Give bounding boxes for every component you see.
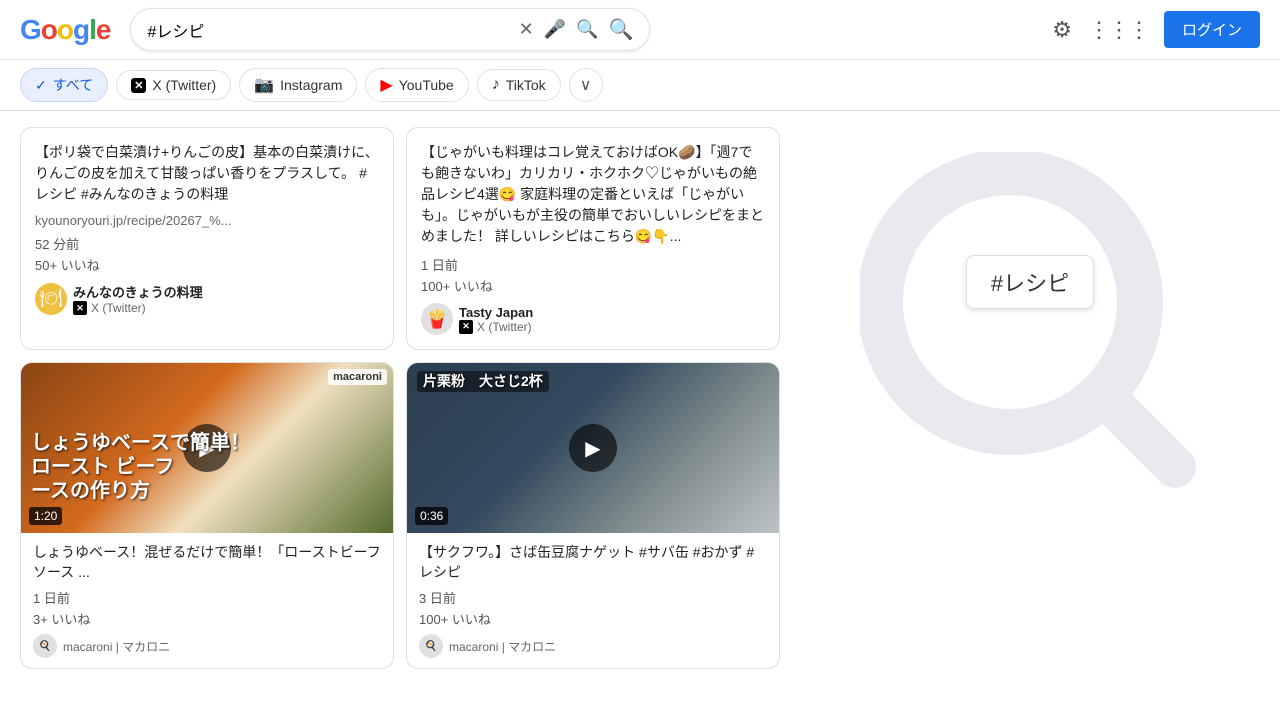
tweet-text-2: 【じゃがいも料理はコレ覚えておけばOK🥔】「週7でも飽きないわ」カリカリ・ホクホ… xyxy=(421,142,765,247)
x-icon: ✕ xyxy=(131,78,146,93)
tweet-url-1: kyounoryouri.jp/recipe/20267_%... xyxy=(35,213,379,228)
overlay-line2-1: ロースト ビーフ xyxy=(31,455,250,479)
main-content: 【ポリ袋で白菜漬け+りんごの皮】基本の白菜漬けに、りんごの皮を加えて甘酸っぱい香… xyxy=(0,111,1280,717)
search-input[interactable] xyxy=(147,21,510,39)
video-avatar-1: 🍳 xyxy=(33,634,57,658)
instagram-icon: 📷 xyxy=(254,75,274,95)
image-search-button[interactable]: 🔍 xyxy=(576,19,598,40)
filter-bar: ✓ すべて ✕ X (Twitter) 📷 Instagram ▶ YouTub… xyxy=(0,60,1280,111)
video-time-2: 3 日前 xyxy=(419,588,767,607)
tiktok-icon: ♪ xyxy=(492,76,500,94)
overlay-line1-2: 片栗粉 大さじ2杯 xyxy=(417,371,549,392)
apps-icon[interactable]: ⋮⋮⋮ xyxy=(1088,17,1148,43)
filter-tab-twitter[interactable]: ✕ X (Twitter) xyxy=(116,70,231,100)
video-thumb-2: ▶ 片栗粉 大さじ2杯 0:36 xyxy=(407,363,779,533)
search-bar: ✕ 🎤 🔍 🔍 xyxy=(130,8,650,51)
filter-tab-all[interactable]: ✓ すべて xyxy=(20,68,108,102)
tweet-avatar-1: 🍽 xyxy=(35,283,67,315)
filter-tab-tiktok[interactable]: ♪ TikTok xyxy=(477,69,561,101)
filter-tab-instagram[interactable]: 📷 Instagram xyxy=(239,68,357,102)
filter-tab-youtube[interactable]: ▶ YouTube xyxy=(365,68,468,102)
filter-youtube-label: YouTube xyxy=(399,77,454,93)
more-filters-button[interactable]: ∨ xyxy=(569,68,603,102)
search-submit-button[interactable]: 🔍 xyxy=(609,17,634,42)
tweet-author-1: みんなのきょうの料理 xyxy=(73,282,203,301)
play-button-2[interactable]: ▶ xyxy=(569,424,617,472)
video-row: ▶ しょうゆベースで簡単！ ロースト ビーフ ースの作り方 1:20 macar… xyxy=(20,362,780,669)
tweet-card-2[interactable]: 【じゃがいも料理はコレ覚えておけばOK🥔】「週7でも飽きないわ」カリカリ・ホクホ… xyxy=(406,127,780,350)
video-card-body-2: 【サクフワ。】さば缶豆腐ナゲット #サバ缶 #おかず #レシピ 3 日前 100… xyxy=(407,533,779,668)
x-platform-icon-1: ✕ xyxy=(73,301,87,315)
video-card-body-1: しょうゆベース！混ぜるだけで簡単！「ローストビーフソース ... 1 日前 3+… xyxy=(21,533,393,668)
video-duration-1: 1:20 xyxy=(29,507,62,525)
search-visual: #レシピ xyxy=(855,147,1205,497)
video-avatar-2: 🍳 xyxy=(419,634,443,658)
tweet-author-2: Tasty Japan xyxy=(459,305,533,320)
tweet-likes-1: 50+ いいね xyxy=(35,255,379,274)
search-tag-display: #レシピ xyxy=(966,255,1094,309)
video-card-1[interactable]: ▶ しょうゆベースで簡単！ ロースト ビーフ ースの作り方 1:20 macar… xyxy=(20,362,394,669)
header-right: ⚙ ⋮⋮⋮ ログイン xyxy=(1052,11,1260,48)
header: Google ✕ 🎤 🔍 🔍 ⚙ ⋮⋮⋮ ログイン xyxy=(0,0,1280,60)
search-tag-text: #レシピ xyxy=(991,271,1069,296)
tweet-row: 【ポリ袋で白菜漬け+りんごの皮】基本の白菜漬けに、りんごの皮を加えて甘酸っぱい香… xyxy=(20,127,780,350)
tweet-footer-2: 🍟 Tasty Japan ✕ X (Twitter) xyxy=(421,303,765,335)
filter-instagram-label: Instagram xyxy=(280,77,342,93)
magnifier-svg xyxy=(860,152,1200,492)
login-button[interactable]: ログイン xyxy=(1164,11,1260,48)
video-card-2[interactable]: ▶ 片栗粉 大さじ2杯 0:36 【サクフワ。】さば缶豆腐ナゲット #サバ缶 #… xyxy=(406,362,780,669)
video-thumb-1: ▶ しょうゆベースで簡単！ ロースト ビーフ ースの作り方 1:20 macar… xyxy=(21,363,393,533)
google-logo: Google xyxy=(20,14,110,46)
tweet-time-2: 1 日前 xyxy=(421,255,765,274)
filter-twitter-label: X (Twitter) xyxy=(152,77,216,93)
filter-tiktok-label: TikTok xyxy=(506,77,546,93)
tweet-platform-1: X (Twitter) xyxy=(91,301,146,315)
tweet-card-1[interactable]: 【ポリ袋で白菜漬け+りんごの皮】基本の白菜漬けに、りんごの皮を加えて甘酸っぱい香… xyxy=(20,127,394,350)
video-time-1: 1 日前 xyxy=(33,588,381,607)
video-title-2: 【サクフワ。】さば缶豆腐ナゲット #サバ缶 #おかず #レシピ xyxy=(419,543,767,582)
tweet-footer-1: 🍽 みんなのきょうの料理 ✕ X (Twitter) xyxy=(35,282,379,315)
video-likes-2: 100+ いいね xyxy=(419,609,767,628)
tweet-platform-2: X (Twitter) xyxy=(477,320,532,334)
check-icon: ✓ xyxy=(35,77,47,94)
video-author-1: macaroni | マカロニ xyxy=(63,638,170,655)
video-title-1: しょうゆベース！混ぜるだけで簡単！「ローストビーフソース ... xyxy=(33,543,381,582)
youtube-icon: ▶ xyxy=(380,75,392,95)
tweet-time-1: 52 分前 xyxy=(35,234,379,253)
filter-all-label: すべて xyxy=(53,75,93,95)
video-source-badge-1: macaroni xyxy=(328,369,387,385)
settings-icon[interactable]: ⚙ xyxy=(1052,17,1072,43)
tweet-avatar-2: 🍟 xyxy=(421,303,453,335)
overlay-line3-1: ースの作り方 xyxy=(31,479,250,503)
tweet-likes-2: 100+ いいね xyxy=(421,276,765,295)
clear-search-button[interactable]: ✕ xyxy=(519,19,534,40)
video-author-2: macaroni | マカロニ xyxy=(449,638,556,655)
video-overlay-text-1: しょうゆベースで簡単！ ロースト ビーフ ースの作り方 xyxy=(31,431,250,503)
sidebar: #レシピ xyxy=(800,127,1260,701)
x-platform-icon-2: ✕ xyxy=(459,320,473,334)
overlay-line1-1: しょうゆベースで簡単！ xyxy=(31,431,250,455)
voice-search-button[interactable]: 🎤 xyxy=(544,19,566,40)
results-column: 【ポリ袋で白菜漬け+りんごの皮】基本の白菜漬けに、りんごの皮を加えて甘酸っぱい香… xyxy=(20,127,780,701)
video-duration-2: 0:36 xyxy=(415,507,448,525)
tweet-text-1: 【ポリ袋で白菜漬け+りんごの皮】基本の白菜漬けに、りんごの皮を加えて甘酸っぱい香… xyxy=(35,142,379,205)
video-overlay-text-2: 片栗粉 大さじ2杯 xyxy=(417,371,549,392)
video-likes-1: 3+ いいね xyxy=(33,609,381,628)
